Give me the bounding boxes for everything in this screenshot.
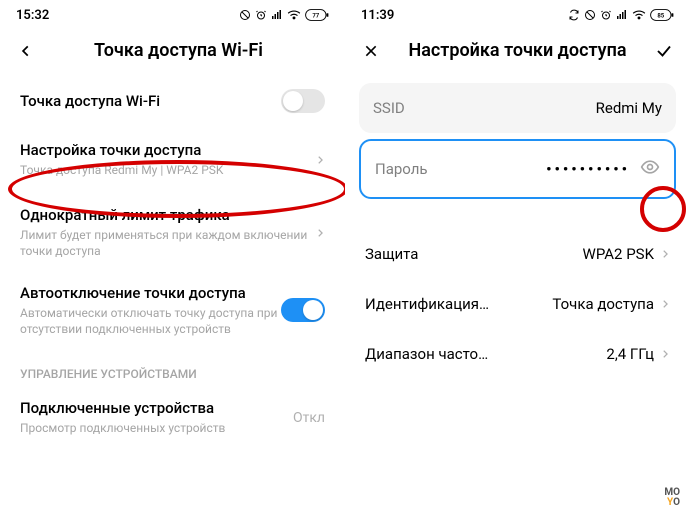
toggle-password-visibility[interactable] <box>640 157 660 181</box>
sync-icon <box>568 9 580 21</box>
row-security[interactable]: Защита WPA2 PSK <box>345 229 690 279</box>
clock: 15:32 <box>16 8 49 23</box>
wifi-icon <box>287 9 301 21</box>
row-value: Точка доступа <box>552 295 654 313</box>
page-title: Точка доступа Wi-Fi <box>28 40 329 61</box>
svg-text:77: 77 <box>312 12 319 19</box>
row-hotspot-toggle[interactable]: Точка доступа Wi-Fi <box>0 77 345 125</box>
close-icon <box>363 43 379 59</box>
chevron-right-icon <box>660 295 670 313</box>
alarm-icon <box>600 9 612 21</box>
row-sublabel: Лимит будет применяться при каждом включ… <box>20 227 315 259</box>
row-value: WPA2 PSK <box>583 245 654 263</box>
header: Настройка точки доступа <box>345 30 690 77</box>
toggle-hotspot[interactable] <box>281 89 325 113</box>
chevron-right-icon <box>315 228 325 238</box>
toggle-auto-off[interactable] <box>281 298 325 322</box>
row-label: Однократный лимит трафика <box>20 206 315 224</box>
row-value: 2,4 ГГц <box>606 345 654 363</box>
field-value: •••••••••• <box>546 160 630 178</box>
row-value: Откл <box>293 410 325 426</box>
signal-icon <box>271 9 283 21</box>
row-identification[interactable]: Идентификация… Точка доступа <box>345 279 690 329</box>
field-label: Пароль <box>375 160 428 178</box>
field-value: Redmi My <box>596 99 662 117</box>
header: Точка доступа Wi-Fi <box>0 30 345 77</box>
dnd-icon <box>239 9 251 21</box>
screen-hotspot-main: 15:32 77 Точка доступа Wi-Fi Точка досту… <box>0 0 345 516</box>
row-label: Точка доступа Wi-Fi <box>20 92 281 110</box>
section-header: УПРАВЛЕНИЕ УСТРОЙСТВАМИ <box>0 349 345 387</box>
row-label: Диапазон часто… <box>365 345 606 363</box>
row-label: Настройка точки доступа <box>20 141 315 159</box>
row-sublabel: Точка доступа Redmi My | WPA2 PSK <box>20 162 315 178</box>
wifi-icon <box>632 9 646 21</box>
screen-hotspot-configure: 11:39 85 Настройка точки доступа SSID Re… <box>345 0 690 516</box>
row-label: Подключенные устройства <box>20 399 293 417</box>
watermark-logo: MO YO <box>664 488 680 508</box>
row-connected-devices[interactable]: Подключенные устройства Просмотр подключ… <box>0 387 345 448</box>
row-label: Защита <box>365 245 583 263</box>
battery-icon: 77 <box>305 9 329 21</box>
confirm-button[interactable] <box>654 42 674 60</box>
chevron-right-icon <box>315 155 325 165</box>
clock: 11:39 <box>361 8 394 23</box>
row-sublabel: Автоматически отключать точку доступа пр… <box>20 305 281 337</box>
status-icons: 85 <box>568 9 674 21</box>
status-icons: 77 <box>239 9 329 21</box>
status-bar: 11:39 85 <box>345 0 690 30</box>
field-label: SSID <box>373 99 405 117</box>
row-label: Идентификация… <box>365 295 552 313</box>
row-band[interactable]: Диапазон часто… 2,4 ГГц <box>345 329 690 379</box>
chevron-right-icon <box>660 245 670 263</box>
dnd-icon <box>584 9 596 21</box>
page-title: Настройка точки доступа <box>393 40 642 61</box>
row-auto-off[interactable]: Автоотключение точки доступа Автоматичес… <box>0 272 345 349</box>
eye-icon <box>640 157 660 177</box>
chevron-right-icon <box>660 345 670 363</box>
row-configure-hotspot[interactable]: Настройка точки доступа Точка доступа Re… <box>0 125 345 194</box>
close-button[interactable] <box>361 43 381 59</box>
alarm-icon <box>255 9 267 21</box>
ssid-field[interactable]: SSID Redmi My <box>359 83 676 133</box>
svg-text:85: 85 <box>657 12 664 19</box>
row-label: Автоотключение точки доступа <box>20 284 281 302</box>
status-bar: 15:32 77 <box>0 0 345 30</box>
row-sublabel: Просмотр подключенных устройств <box>20 420 293 436</box>
password-field[interactable]: Пароль •••••••••• <box>359 139 676 199</box>
row-traffic-limit[interactable]: Однократный лимит трафика Лимит будет пр… <box>0 194 345 271</box>
signal-icon <box>616 9 628 21</box>
check-icon <box>655 42 673 60</box>
battery-icon: 85 <box>650 9 674 21</box>
